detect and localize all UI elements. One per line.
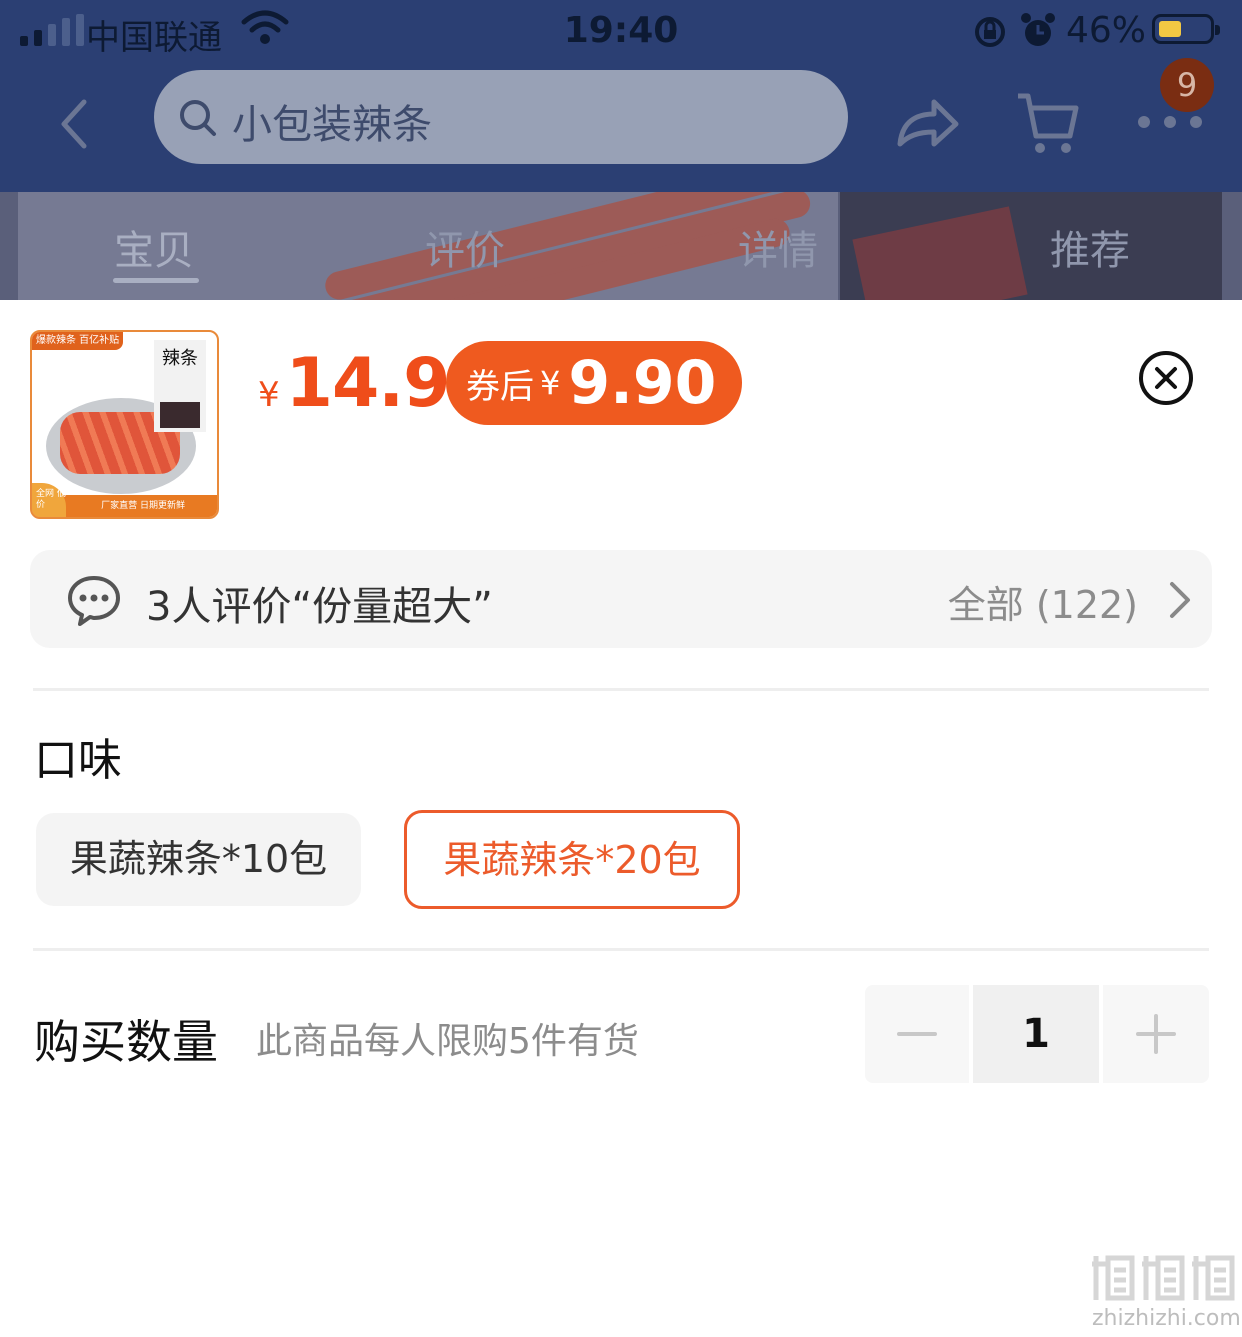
review-summary-text: 3人评价“份量超大”: [146, 584, 493, 630]
dimmed-header: 中国联通 19:40 46% 小包装辣条 9 宝贝 评价 详情 推荐: [0, 0, 1242, 300]
product-image-banner: 宝贝 评价 详情 推荐: [0, 192, 1242, 300]
divider: [33, 688, 1209, 691]
cart-icon[interactable]: [1014, 88, 1080, 162]
share-icon[interactable]: [894, 92, 960, 160]
thumb-brand: 辣条: [154, 340, 206, 432]
minus-icon: [897, 1032, 937, 1036]
flavor-label: 口味: [34, 735, 122, 786]
comment-icon: [66, 574, 122, 632]
price: ¥ 14.9: [258, 344, 451, 423]
close-icon[interactable]: [1138, 350, 1194, 410]
nav-bar: 小包装辣条 9: [0, 58, 1242, 192]
coupon-symbol: ¥: [540, 364, 561, 402]
coupon-price: 9.90: [568, 348, 717, 418]
thumb-tag: 爆款辣条 百亿补贴: [32, 332, 124, 350]
status-bar: 中国联通 19:40 46%: [0, 0, 1242, 64]
quantity-label: 购买数量: [34, 1015, 218, 1069]
flavor-option-10-pack[interactable]: 果蔬辣条*10包: [36, 813, 361, 906]
cart-badge: 9: [1160, 58, 1214, 112]
search-input[interactable]: 小包装辣条: [154, 70, 848, 164]
decrement-button[interactable]: [865, 985, 969, 1083]
active-tab-indicator: [113, 278, 199, 283]
back-icon[interactable]: [50, 94, 100, 158]
increment-button[interactable]: [1103, 985, 1209, 1083]
search-icon: [178, 98, 218, 142]
coupon-label: 券后: [466, 366, 534, 407]
product-thumbnail[interactable]: 辣条 爆款辣条 百亿补贴 厂家直营 日期更新鲜 全网 低价: [30, 330, 219, 519]
alarm-icon: [1020, 12, 1056, 54]
tab-recommend[interactable]: 推荐: [1050, 218, 1130, 276]
thumb-corner: 全网 低价: [32, 483, 66, 517]
tab-reviews[interactable]: 评价: [425, 218, 505, 276]
battery-percent: 46%: [1066, 10, 1147, 51]
more-icon[interactable]: [1138, 116, 1202, 128]
watermark-text: zhizhizhi.com: [1092, 1306, 1241, 1331]
quantity-stepper: 1: [865, 985, 1209, 1083]
quantity-limit-note: 此商品每人限购5件有货: [256, 1021, 639, 1062]
tab-bar: 宝贝 评价 详情 推荐: [0, 192, 1242, 300]
plus-icon: [1136, 1014, 1176, 1054]
coupon-price-badge: 券后 ¥ 9.90: [446, 341, 742, 425]
price-value: 14.9: [285, 344, 451, 423]
quantity-value[interactable]: 1: [973, 985, 1099, 1083]
review-summary-bar[interactable]: 3人评价“份量超大” 全部 (122): [30, 550, 1212, 648]
tab-details[interactable]: 详情: [738, 218, 818, 276]
rotation-lock-icon: [972, 14, 1008, 54]
flavor-option-20-pack[interactable]: 果蔬辣条*20包: [404, 810, 740, 909]
divider: [33, 948, 1209, 951]
chevron-right-icon: [1166, 580, 1194, 624]
tab-item[interactable]: 宝贝: [114, 218, 194, 276]
review-all-count: 全部 (122): [947, 583, 1138, 627]
search-placeholder: 小包装辣条: [232, 102, 432, 148]
battery-icon: [1152, 14, 1220, 44]
price-symbol: ¥: [258, 375, 280, 415]
